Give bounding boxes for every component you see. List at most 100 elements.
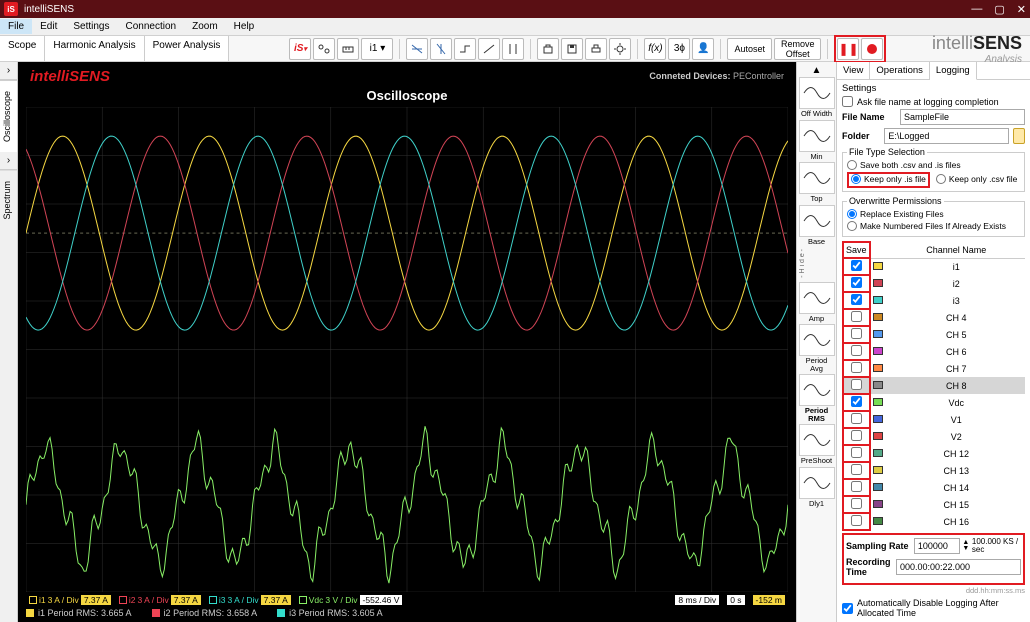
tab-harmonic[interactable]: Harmonic Analysis xyxy=(45,36,144,61)
save-button[interactable] xyxy=(561,38,583,60)
ft-both-radio[interactable]: Save both .csv and .is files xyxy=(847,160,1020,170)
auto-disable-checkbox[interactable] xyxy=(842,603,853,614)
save-checkbox-CH 16[interactable] xyxy=(851,515,862,526)
channel-row-CH 7[interactable]: CH 7 xyxy=(843,360,1025,377)
save-checkbox-V2[interactable] xyxy=(851,430,862,441)
slope-button[interactable] xyxy=(478,38,500,60)
channel-row-CH 8[interactable]: CH 8 xyxy=(843,377,1025,394)
save-checkbox-Vdc[interactable] xyxy=(851,396,862,407)
remove-offset-button[interactable]: Remove Offset xyxy=(774,38,822,60)
channel-row-CH 4[interactable]: CH 4 xyxy=(843,309,1025,326)
save-checkbox-CH 8[interactable] xyxy=(851,379,862,390)
channel-row-CH 12[interactable]: CH 12 xyxy=(843,445,1025,462)
brightness-button[interactable] xyxy=(609,38,631,60)
channel-row-CH 15[interactable]: CH 15 xyxy=(843,496,1025,513)
side-tab-oscilloscope[interactable]: Oscilloscope xyxy=(0,80,17,152)
maximize-icon[interactable]: ▢ xyxy=(994,3,1004,16)
meas-amp[interactable]: Amp xyxy=(799,282,835,323)
channel-row-Vdc[interactable]: Vdc xyxy=(843,394,1025,411)
ow-number-radio[interactable]: Make Numbered Files If Already Exists xyxy=(847,221,1020,231)
meas-dly1[interactable]: Dly1 xyxy=(799,467,835,508)
save-checkbox-CH 12[interactable] xyxy=(851,447,862,458)
menu-connection[interactable]: Connection xyxy=(118,19,185,34)
right-tab-operations[interactable]: Operations xyxy=(870,62,929,79)
scale-chip-i2[interactable]: i2 3 A / Div 7.37 A xyxy=(116,594,204,606)
autoset-button[interactable]: Autoset xyxy=(727,38,772,60)
open-button[interactable] xyxy=(537,38,559,60)
meas-base[interactable]: Base xyxy=(799,205,835,246)
meas-off-width[interactable]: Off Width xyxy=(799,77,835,118)
collapse-top-button[interactable]: › xyxy=(0,62,17,80)
tab-power[interactable]: Power Analysis xyxy=(145,36,230,61)
save-checkbox-i3[interactable] xyxy=(851,294,862,305)
save-checkbox-V1[interactable] xyxy=(851,413,862,424)
pause-button[interactable]: ❚❚ xyxy=(837,38,859,60)
channel-row-i2[interactable]: i2 xyxy=(843,275,1025,292)
menu-file[interactable]: File xyxy=(0,19,32,34)
channel-select[interactable]: i1 ▾ xyxy=(361,38,393,60)
ask-filename-row[interactable]: Ask file name at logging completion xyxy=(842,96,1025,107)
menu-settings[interactable]: Settings xyxy=(65,19,117,34)
minimize-icon[interactable]: — xyxy=(971,3,982,16)
meas-top[interactable]: Top xyxy=(799,162,835,203)
auto-disable-row[interactable]: Automatically Disable Logging After Allo… xyxy=(842,598,1025,618)
channel-row-CH 16[interactable]: CH 16 xyxy=(843,513,1025,530)
save-checkbox-i2[interactable] xyxy=(851,277,862,288)
scale-chip-i3[interactable]: i3 3 A / Div 7.37 A xyxy=(206,594,294,606)
save-checkbox-CH 6[interactable] xyxy=(851,345,862,356)
channel-row-CH 5[interactable]: CH 5 xyxy=(843,326,1025,343)
right-tab-logging[interactable]: Logging xyxy=(930,62,977,80)
cursor-h-button[interactable] xyxy=(406,38,428,60)
save-checkbox-CH 15[interactable] xyxy=(851,498,862,509)
rate-spinner[interactable]: ▲▼ xyxy=(962,540,970,552)
ow-replace-radio[interactable]: Replace Existing Files xyxy=(847,209,1020,219)
ruler-button[interactable] xyxy=(337,38,359,60)
save-checkbox-i1[interactable] xyxy=(851,260,862,271)
meas-preshoot[interactable]: PreShoot xyxy=(799,424,835,465)
filter-button[interactable] xyxy=(313,38,335,60)
channel-row-i3[interactable]: i3 xyxy=(843,292,1025,309)
save-checkbox-CH 7[interactable] xyxy=(851,362,862,373)
time-off-chip[interactable]: -152 m xyxy=(750,594,788,606)
right-tab-view[interactable]: View xyxy=(837,62,870,79)
menu-zoom[interactable]: Zoom xyxy=(184,19,226,34)
filename-input[interactable] xyxy=(900,109,1025,125)
save-checkbox-CH 5[interactable] xyxy=(851,328,862,339)
is-button[interactable]: iS▾ xyxy=(289,38,311,60)
meas-scroll-up[interactable]: ▲ xyxy=(811,64,823,77)
time-pos-chip[interactable]: 0 s xyxy=(724,594,747,606)
meas-period-avg[interactable]: Period Avg xyxy=(799,324,835,372)
channel-row-CH 6[interactable]: CH 6 xyxy=(843,343,1025,360)
channel-row-i1[interactable]: i1 xyxy=(843,258,1025,275)
tab-scope[interactable]: Scope xyxy=(0,36,45,61)
plot-area[interactable] xyxy=(26,107,788,592)
side-tab-spectrum[interactable]: Spectrum xyxy=(0,170,17,230)
trigger-edge-button[interactable] xyxy=(454,38,476,60)
ask-filename-checkbox[interactable] xyxy=(842,96,853,107)
channel-row-CH 14[interactable]: CH 14 xyxy=(843,479,1025,496)
channel-row-CH 13[interactable]: CH 13 xyxy=(843,462,1025,479)
meas-period-rms[interactable]: Period RMS xyxy=(799,374,835,422)
folder-input[interactable] xyxy=(884,128,1009,144)
browse-folder-button[interactable] xyxy=(1013,128,1025,144)
ft-is-radio[interactable]: Keep only .is file xyxy=(851,174,926,184)
user-button[interactable]: 👤 xyxy=(692,38,714,60)
menu-help[interactable]: Help xyxy=(226,19,263,34)
ft-csv-radio[interactable]: Keep only .csv file xyxy=(936,172,1018,186)
cursor-v-button[interactable] xyxy=(430,38,452,60)
scale-chip-Vdc[interactable]: Vdc 3 V / Div -552.46 V xyxy=(296,594,406,606)
record-button[interactable] xyxy=(861,38,883,60)
print-button[interactable] xyxy=(585,38,607,60)
save-checkbox-CH 13[interactable] xyxy=(851,464,862,475)
meas-min[interactable]: Min xyxy=(799,120,835,161)
menu-edit[interactable]: Edit xyxy=(32,19,65,34)
save-checkbox-CH 4[interactable] xyxy=(851,311,862,322)
three-phase-button[interactable]: 3ϕ xyxy=(668,38,690,60)
collapse-mid-button[interactable]: › xyxy=(0,152,17,170)
scale-chip-i1[interactable]: i1 3 A / Div 7.37 A xyxy=(26,594,114,606)
time-div-chip[interactable]: 8 ms / Div xyxy=(672,594,722,606)
recording-time-input[interactable] xyxy=(896,559,1021,575)
fx-button[interactable]: f(x) xyxy=(644,38,666,60)
channel-row-V2[interactable]: V2 xyxy=(843,428,1025,445)
sampling-rate-input[interactable] xyxy=(914,538,960,554)
